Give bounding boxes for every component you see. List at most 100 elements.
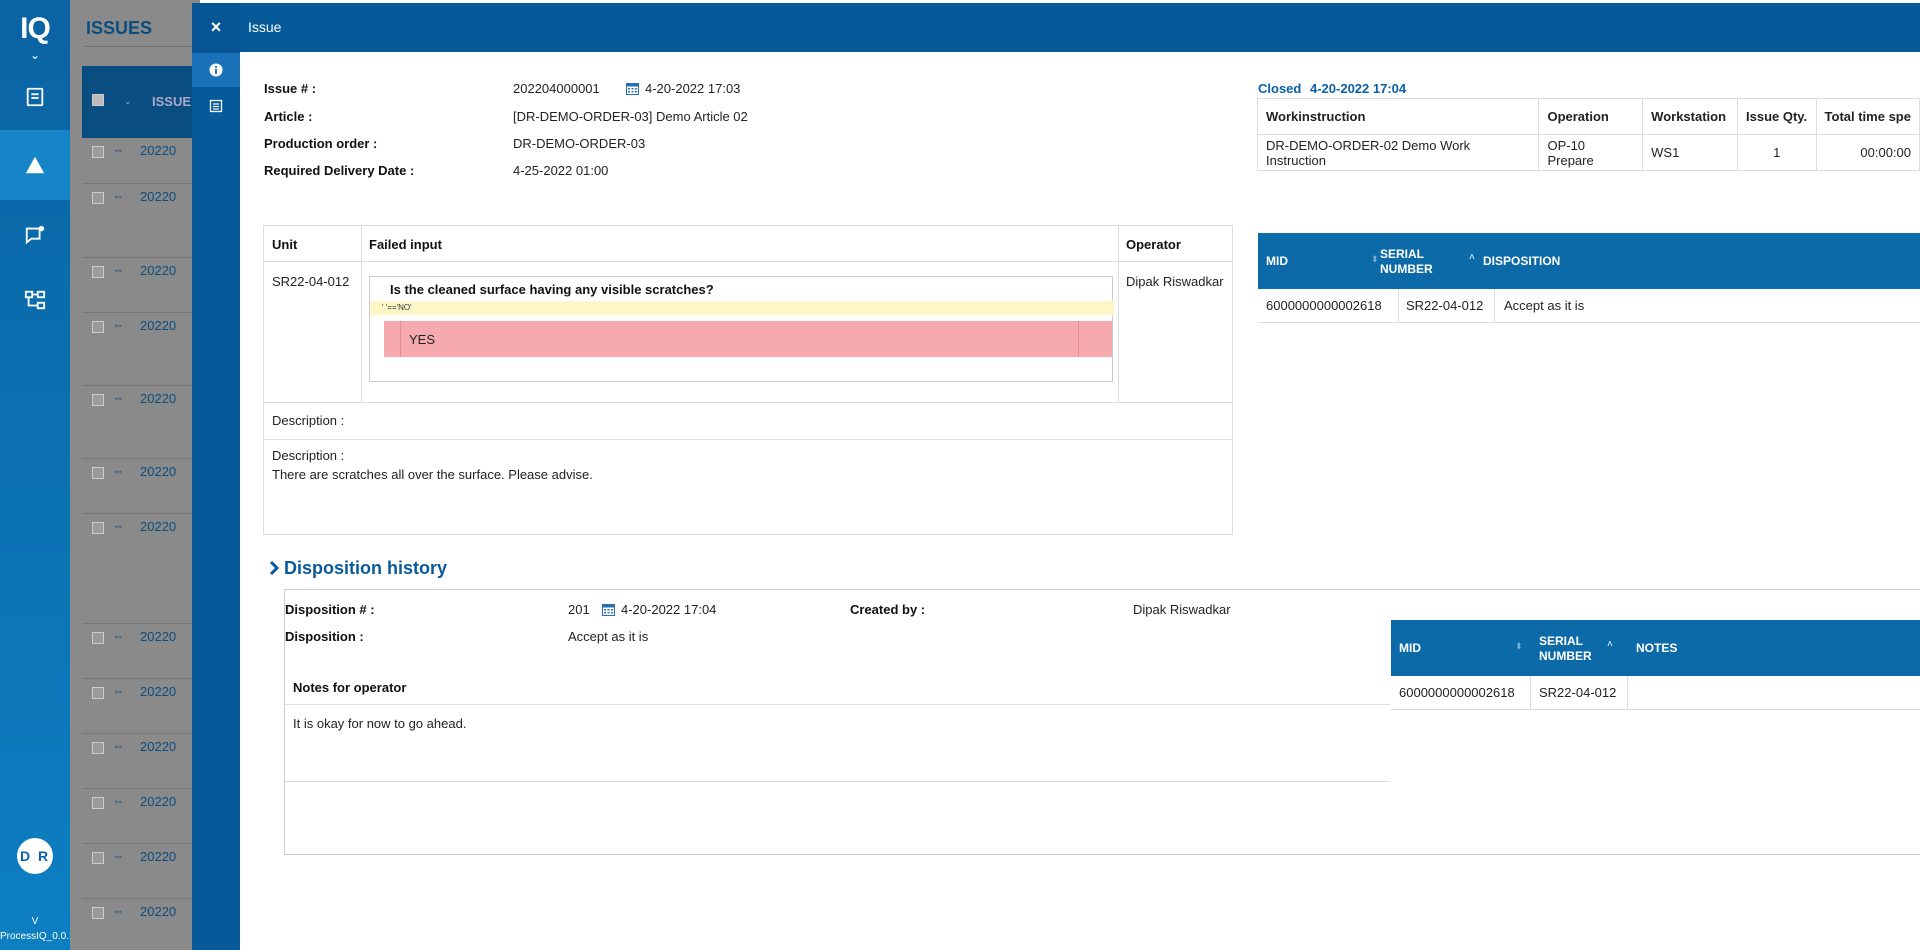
calendar-icon [626, 83, 639, 95]
expand-icon[interactable]: ⇔ [112, 629, 124, 643]
table-row[interactable]: 6000000000002618 SR22-04-012 Accept as i… [1258, 289, 1920, 323]
production-order-label: Production order : [264, 136, 378, 151]
col-serial[interactable]: SERIAL [1539, 634, 1583, 648]
chevron-down-icon[interactable]: ⌄ [0, 48, 70, 62]
operator-value: Dipak Riswadkar [1126, 274, 1224, 289]
expand-icon[interactable]: ⇔ [112, 318, 124, 332]
expand-icon[interactable]: ⇔ [112, 391, 124, 405]
nav-messages-button[interactable] [0, 200, 70, 270]
row-checkbox[interactable] [92, 522, 104, 534]
cell-operation: OP-10 Prepare [1538, 134, 1644, 171]
table-row[interactable]: DR-DEMO-ORDER-02 Demo Work Instruction O… [1256, 134, 1920, 171]
expand-icon[interactable]: ⇔ [112, 794, 124, 808]
row-id: 20220 [140, 189, 177, 204]
nav-orders-button[interactable] [0, 62, 70, 132]
expand-icon[interactable]: ⇔ [112, 739, 124, 753]
expand-icon[interactable]: ⇔ [112, 849, 124, 863]
production-order-value: DR-DEMO-ORDER-03 [513, 136, 646, 151]
col-mid[interactable]: MID [1266, 254, 1288, 268]
issues-title: ISSUES [86, 18, 153, 38]
col-unit: Unit [272, 237, 298, 252]
col-failed-input: Failed input [369, 237, 442, 252]
created-by-value: Dipak Riswadkar [1133, 602, 1231, 617]
sort-icon[interactable]: ⬍ [1515, 641, 1523, 652]
question-card: Is the cleaned surface having any visibl… [369, 276, 1114, 382]
status-label: Closed [1258, 81, 1302, 96]
expand-icon[interactable]: ⇔ [112, 143, 124, 157]
row-checkbox[interactable] [92, 266, 104, 278]
col-mid[interactable]: MID [1399, 641, 1421, 655]
divider [1118, 226, 1119, 402]
row-checkbox[interactable] [92, 192, 104, 204]
row-checkbox[interactable] [92, 852, 104, 864]
status-date: 4-20-2022 17:04 [1310, 81, 1407, 96]
divider [84, 46, 204, 47]
expand-icon[interactable]: ⇔ [112, 684, 124, 698]
expand-icon[interactable]: ⇔ [112, 904, 124, 918]
condition-bar: ' '=='NO' [370, 301, 1114, 315]
table-row[interactable]: 6000000000002618 SR22-04-012 [1391, 676, 1920, 710]
row-checkbox[interactable] [92, 467, 104, 479]
unit-value: SR22-04-012 [272, 274, 350, 289]
expand-icon[interactable]: ⇔ [112, 464, 124, 478]
user-avatar[interactable]: D R [17, 838, 53, 874]
nav-issues-button[interactable] [0, 130, 70, 200]
row-checkbox[interactable] [92, 146, 104, 158]
row-checkbox[interactable] [92, 797, 104, 809]
sort-asc-icon[interactable]: ˄ [1469, 252, 1475, 263]
row-checkbox[interactable] [92, 394, 104, 406]
failed-input-table: Unit Failed input Operator SR22-04-012 D… [263, 225, 1233, 535]
disposition-date: 4-20-2022 17:04 [621, 602, 717, 617]
issue-number-label: Issue # : [264, 81, 317, 96]
description-text: There are scratches all over the surface… [272, 467, 593, 482]
sort-icon[interactable]: ⬍ [1371, 254, 1379, 265]
col-serial[interactable]: SERIAL [1380, 247, 1424, 261]
cell-workstation: WS1 [1642, 134, 1738, 171]
close-button[interactable]: × [192, 3, 240, 52]
table-header-row: Workinstruction Operation Workstation Is… [1256, 98, 1920, 135]
table-header-row: MID SERIAL NUMBER NOTES ⬍ ˄ [1391, 620, 1920, 676]
expand-icon[interactable]: ⇔ [112, 189, 124, 203]
expand-icon[interactable]: ⇔ [112, 519, 124, 533]
row-checkbox[interactable] [92, 907, 104, 919]
disposition-mid-table: MID SERIAL NUMBER NOTES ⬍ ˄ 600000000000… [1391, 620, 1920, 712]
cell-total-time: 00:00:00 [1815, 134, 1920, 171]
notes-text: It is okay for now to go ahead. [293, 716, 467, 731]
row-checkbox[interactable] [92, 742, 104, 754]
info-tab-button[interactable] [192, 53, 240, 87]
row-id: 20220 [140, 739, 177, 754]
row-checkbox[interactable] [92, 632, 104, 644]
col-operation: Operation [1538, 98, 1644, 135]
col-total-time: Total time spe [1815, 98, 1920, 135]
row-id: 20220 [140, 849, 177, 864]
condition-text: ' '=='NO' [382, 303, 412, 312]
cell-disposition: Accept as it is [1504, 298, 1585, 313]
row-id: 20220 [140, 391, 177, 406]
modal-title: Issue [248, 19, 282, 35]
sort-icon[interactable]: ⌄ [124, 96, 132, 107]
description-label-1: Description : [272, 413, 345, 428]
cell-serial: SR22-04-012 [1406, 298, 1484, 313]
version-text: ProcessIQ_0.0.1 [0, 931, 75, 942]
modal-header: Issue [192, 3, 1920, 52]
disposition-history-toggle[interactable]: Disposition history [268, 558, 447, 579]
select-all-checkbox[interactable] [92, 94, 104, 106]
modal-sidebar: × [192, 3, 240, 950]
row-checkbox[interactable] [92, 687, 104, 699]
col-workstation: Workstation [1642, 98, 1738, 135]
row-id: 20220 [140, 794, 177, 809]
warning-icon [25, 156, 45, 174]
divider [361, 226, 362, 402]
nav-structure-button[interactable] [0, 265, 70, 335]
expand-icon[interactable]: ⇔ [112, 263, 124, 277]
row-id: 20220 [140, 263, 177, 278]
row-checkbox[interactable] [92, 321, 104, 333]
divider [1627, 676, 1628, 710]
col-disposition[interactable]: DISPOSITION [1483, 254, 1560, 268]
disposition-history-title: Disposition history [284, 558, 448, 578]
col-notes[interactable]: NOTES [1636, 641, 1677, 655]
details-tab-button[interactable] [192, 89, 240, 123]
column-issue[interactable]: ISSUE [152, 94, 191, 109]
sort-asc-icon[interactable]: ˄ [1607, 639, 1613, 650]
question-text: Is the cleaned surface having any visibl… [390, 282, 714, 297]
